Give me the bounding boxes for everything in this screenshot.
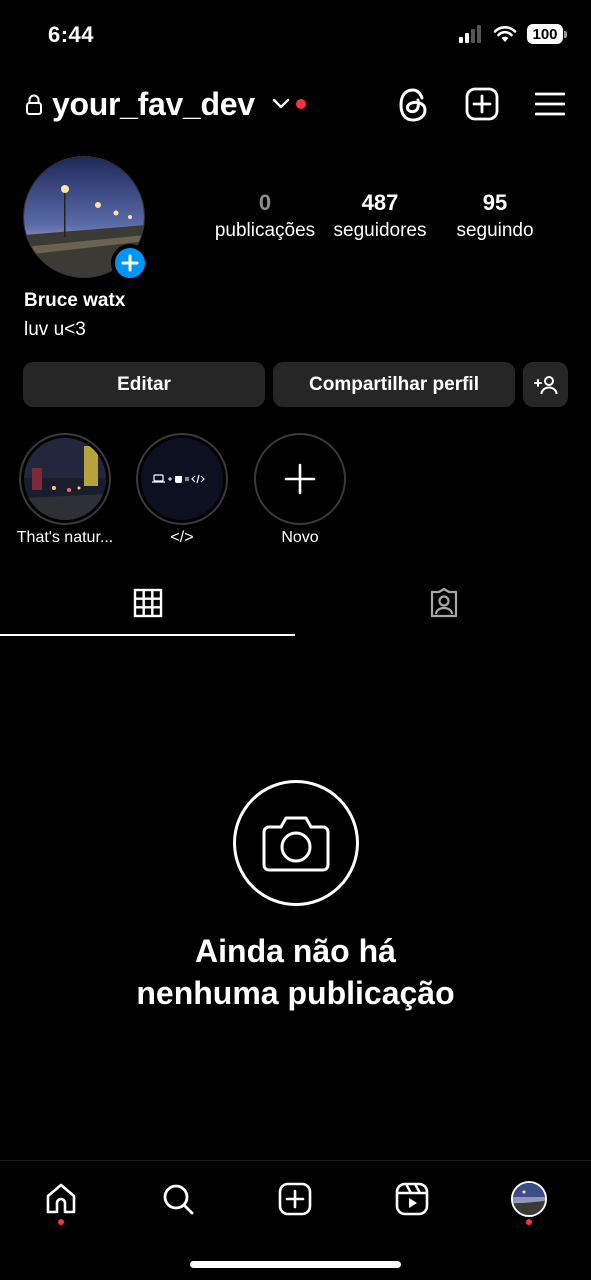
chevron-down-icon[interactable]	[272, 98, 290, 110]
laptop-coffee-code-icon	[152, 474, 205, 484]
highlight-cover	[24, 438, 106, 520]
empty-posts-state: Ainda não há nenhuma publicação	[0, 780, 591, 1014]
camera-icon	[262, 816, 329, 872]
wifi-icon	[493, 26, 517, 42]
stat-followers[interactable]: 487 seguidores	[325, 190, 435, 242]
stat-posts-value: 0	[258, 190, 272, 215]
add-story-button[interactable]	[111, 244, 149, 282]
highlight-ring	[254, 433, 346, 525]
empty-title-line2: nenhuma publicação	[136, 975, 455, 1011]
tab-tagged[interactable]	[296, 582, 591, 636]
share-profile-button[interactable]: Compartilhar perfil	[273, 362, 515, 407]
profile-stats: 0 publicações 487 seguidores 95 seguindo	[200, 190, 560, 250]
home-indicator[interactable]	[190, 1261, 401, 1268]
empty-title-line1: Ainda não há	[195, 933, 396, 969]
highlight-cover-image	[24, 438, 106, 520]
cellular-signal-icon	[459, 25, 481, 43]
stat-followers-value: 487	[361, 190, 399, 215]
stat-following-label: seguindo	[456, 220, 534, 241]
story-highlight[interactable]: That's natur...	[17, 433, 113, 546]
stat-followers-label: seguidores	[333, 220, 427, 241]
grid-icon	[133, 588, 162, 618]
battery-indicator: 100	[527, 24, 567, 44]
story-highlight[interactable]: </>	[136, 433, 228, 546]
hamburger-menu-icon[interactable]	[535, 92, 565, 116]
stat-following-value: 95	[482, 190, 508, 215]
battery-level: 100	[527, 24, 563, 44]
account-username[interactable]: your_fav_dev	[52, 86, 255, 123]
battery-tip	[564, 30, 567, 38]
status-bar: 6:44 100	[0, 0, 591, 70]
tab-posts-grid[interactable]	[0, 582, 295, 636]
tagged-person-icon	[430, 588, 457, 618]
profile-display-name: Bruce watx	[24, 290, 126, 311]
highlight-ring	[136, 433, 228, 525]
profile-bio: luv u<3	[24, 319, 86, 340]
search-icon	[163, 1184, 194, 1215]
stat-following[interactable]: 95 seguindo	[440, 190, 550, 242]
stat-posts[interactable]: 0 publicações	[210, 190, 320, 242]
new-highlight-button[interactable]: Novo	[254, 433, 346, 546]
account-notification-dot	[296, 99, 306, 109]
empty-state-title: Ainda não há nenhuma publicação	[0, 930, 591, 1014]
highlight-ring	[19, 433, 111, 525]
plus-icon	[284, 463, 316, 495]
status-time: 6:44	[48, 22, 95, 47]
discover-people-button[interactable]	[523, 362, 568, 407]
edit-profile-button[interactable]: Editar	[23, 362, 265, 407]
nav-avatar-image	[513, 1183, 545, 1215]
stat-posts-label: publicações	[214, 220, 316, 241]
highlight-label: </>	[170, 529, 194, 546]
nav-home[interactable]	[41, 1179, 81, 1219]
add-person-icon	[533, 375, 557, 394]
nav-search[interactable]	[158, 1179, 198, 1219]
create-post-icon[interactable]	[465, 87, 499, 121]
highlight-label: That's natur...	[16, 529, 114, 546]
profile-tabs	[0, 582, 591, 636]
lock-icon	[26, 94, 42, 115]
threads-icon[interactable]	[397, 87, 431, 123]
nav-create[interactable]	[275, 1179, 315, 1219]
profile-notification-dot	[526, 1219, 532, 1225]
highlight-label: Novo	[281, 529, 319, 546]
profile-avatar-container[interactable]	[23, 156, 149, 282]
highlight-cover	[141, 438, 223, 520]
nav-avatar	[511, 1181, 547, 1217]
home-icon	[46, 1183, 76, 1214]
home-notification-dot	[58, 1219, 64, 1225]
nav-reels[interactable]	[392, 1179, 432, 1219]
profile-header: your_fav_dev	[0, 82, 591, 130]
status-icons: 100	[459, 24, 567, 44]
create-icon	[278, 1182, 312, 1216]
plus-icon	[121, 254, 139, 272]
camera-circle	[232, 780, 359, 906]
nav-profile[interactable]	[509, 1179, 549, 1219]
reels-icon	[395, 1182, 429, 1216]
